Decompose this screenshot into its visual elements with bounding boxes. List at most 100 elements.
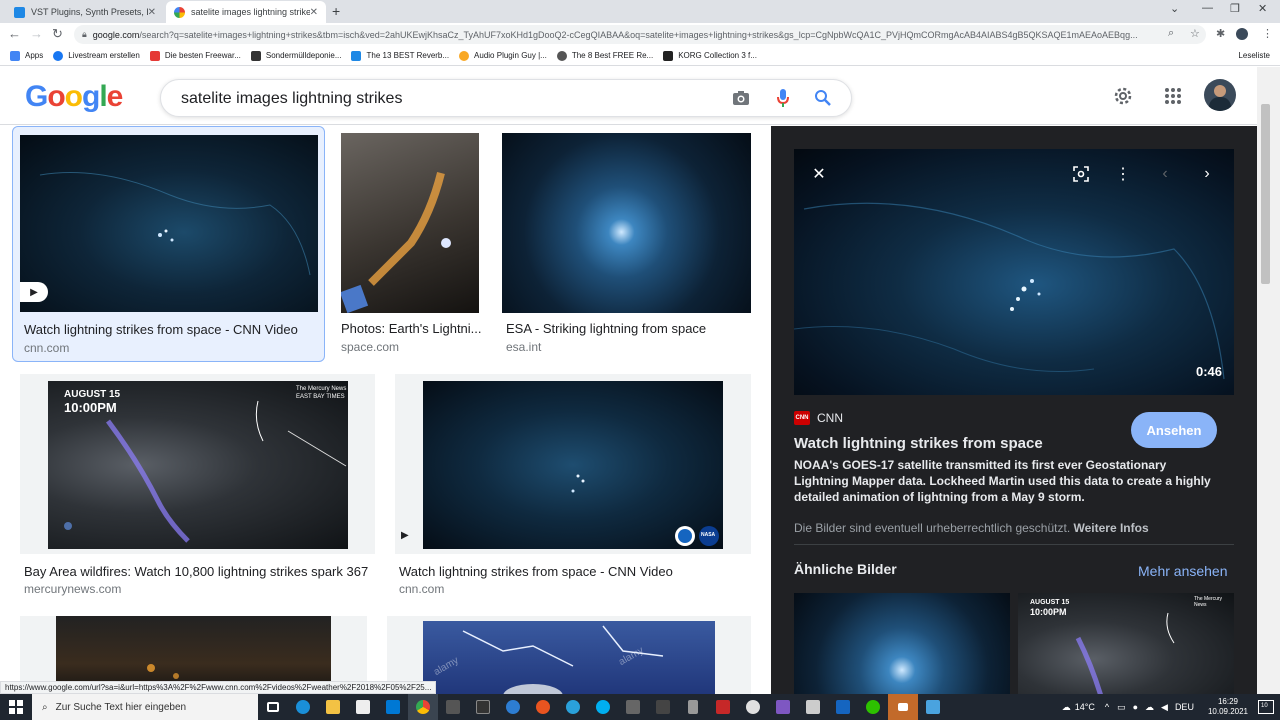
browser-tab-vst[interactable]: VST Plugins, Synth Presets, Effect ✕ [6, 1, 164, 23]
result-thumbnail[interactable]: NASA [423, 381, 723, 549]
result-thumbnail[interactable]: alamy alamy [423, 621, 715, 694]
bookmark-apps[interactable]: Apps [10, 50, 43, 61]
scrollbar-thumb[interactable] [1261, 104, 1270, 284]
google-logo[interactable]: Google [25, 80, 123, 114]
result-thumbnail[interactable] [341, 133, 479, 313]
menu-kebab-icon[interactable]: ⋮ [1262, 27, 1273, 40]
page-scrollbar[interactable] [1257, 67, 1280, 694]
bookmark-freeware[interactable]: Die besten Freewar... [149, 50, 241, 61]
app-icon[interactable] [468, 694, 498, 720]
settings-gear-icon[interactable] [1110, 83, 1136, 109]
close-tab-icon[interactable]: ✕ [310, 7, 318, 18]
result-source[interactable]: cnn.com [24, 341, 69, 355]
image-result-card[interactable]: ▶ Watch lightning strikes from space - C… [12, 126, 325, 362]
app-icon[interactable] [828, 694, 858, 720]
image-result-card[interactable]: AUGUST 15 10:00PM The Mercury News EAST … [20, 374, 375, 604]
more-options-icon[interactable]: ⋮ [1107, 158, 1139, 190]
app-icon[interactable] [648, 694, 678, 720]
lens-search-icon[interactable] [1065, 158, 1097, 190]
app-icon[interactable] [708, 694, 738, 720]
search-icon[interactable] [811, 86, 835, 110]
microphone-icon[interactable]: ● [1133, 702, 1138, 712]
mail-icon[interactable] [378, 694, 408, 720]
taskbar-search-input[interactable]: Zur Suche Text hier eingeben [56, 702, 186, 713]
view-button[interactable]: Ansehen [1131, 412, 1217, 448]
result-title[interactable]: Bay Area wildfires: Watch 10,800 lightni… [24, 564, 369, 579]
apps-grid-icon[interactable] [1160, 83, 1186, 109]
app-icon[interactable] [918, 694, 948, 720]
search-input[interactable]: satelite images lightning strikes [181, 90, 402, 108]
camera-icon[interactable] [729, 86, 753, 110]
bookmark-audio-plugin-guy[interactable]: Audio Plugin Guy |... [459, 50, 547, 61]
windows-start-icon[interactable] [0, 694, 32, 720]
profile-avatar-icon[interactable] [1236, 28, 1248, 40]
bookmark-star-icon[interactable]: ☆ [1190, 27, 1200, 40]
result-source[interactable]: cnn.com [399, 582, 444, 596]
previous-icon[interactable]: ‹ [1149, 158, 1181, 190]
preview-image[interactable]: ✕ ⋮ ‹ › 0:46 [794, 149, 1234, 395]
edge-icon[interactable] [288, 694, 318, 720]
app-icon[interactable] [498, 694, 528, 720]
ubuntu-icon[interactable] [528, 694, 558, 720]
preview-source[interactable]: CNN CNN [794, 411, 843, 425]
see-more-link[interactable]: Mehr ansehen [1138, 563, 1228, 579]
cloud-icon[interactable]: ☁ [1145, 702, 1154, 713]
next-icon[interactable]: › [1191, 158, 1223, 190]
weather-icon[interactable]: ☁ [1062, 702, 1071, 713]
app-icon[interactable] [618, 694, 648, 720]
close-icon[interactable]: ✕ [803, 158, 835, 190]
result-title[interactable]: Watch lightning strikes from space - CNN… [399, 564, 744, 579]
result-title[interactable]: ESA - Striking lightning from space [506, 321, 752, 336]
image-result-card[interactable]: ESA - Striking lightning from space esa.… [495, 126, 757, 362]
reading-list[interactable]: Leseliste [1238, 51, 1270, 60]
extensions-icon[interactable]: ✱ [1216, 27, 1225, 40]
app-icon[interactable] [438, 694, 468, 720]
chrome-icon[interactable] [408, 694, 438, 720]
bookmark-free-re[interactable]: The 8 Best FREE Re... [556, 50, 653, 61]
bookmark-korg[interactable]: KORG Collection 3 f... [663, 50, 757, 61]
image-result-card[interactable]: Photos: Earth's Lightni... space.com [333, 126, 488, 362]
close-window-icon[interactable]: ✕ [1258, 2, 1267, 15]
app-icon[interactable] [768, 694, 798, 720]
back-icon[interactable]: ← [8, 26, 21, 41]
similar-image-thumbnail[interactable]: AUGUST 15 10:00PM The Mercury News [1018, 593, 1234, 694]
network-icon[interactable]: ▭ [1117, 702, 1126, 713]
new-tab-button[interactable]: + [332, 3, 340, 19]
image-result-card[interactable]: alamy alamy [387, 616, 751, 694]
file-explorer-icon[interactable] [318, 694, 348, 720]
result-source[interactable]: esa.int [506, 340, 541, 354]
telegram-icon[interactable] [558, 694, 588, 720]
result-thumbnail[interactable]: AUGUST 15 10:00PM The Mercury News EAST … [48, 381, 348, 549]
similar-image-thumbnail[interactable] [794, 593, 1010, 694]
notification-icon[interactable]: 10 [1258, 700, 1274, 714]
result-thumbnail[interactable] [502, 133, 751, 313]
weather-temperature[interactable]: 14°C [1075, 702, 1095, 712]
result-source[interactable]: mercurynews.com [24, 582, 121, 596]
preview-title[interactable]: Watch lightning strikes from space [794, 435, 1043, 452]
app-icon[interactable] [738, 694, 768, 720]
zoom-icon[interactable]: ⌕ [1168, 27, 1174, 40]
app-icon[interactable] [678, 694, 708, 720]
image-result-card[interactable]: NASA ▶ Watch lightning strikes from spac… [395, 374, 751, 604]
close-tab-icon[interactable]: ✕ [148, 7, 156, 18]
forward-icon[interactable]: → [30, 26, 43, 41]
address-bar[interactable]: 🔒︎ google.com/search?q=satelite+images+l… [74, 25, 1206, 44]
microphone-icon[interactable] [771, 86, 795, 110]
more-info-link[interactable]: Weitere Infos [1074, 521, 1149, 535]
skype-icon[interactable] [588, 694, 618, 720]
tray-chevron-icon[interactable]: ^ [1105, 702, 1109, 712]
taskbar-search[interactable]: ⌕ Zur Suche Text hier eingeben [32, 694, 258, 720]
restore-icon[interactable]: ❐ [1230, 2, 1240, 15]
store-icon[interactable] [348, 694, 378, 720]
result-thumbnail[interactable]: ▶ [20, 135, 318, 312]
bookmark-sondermuell[interactable]: Sondermülldeponie... [250, 50, 341, 61]
bookmark-reverb[interactable]: The 13 BEST Reverb... [351, 50, 449, 61]
volume-icon[interactable]: ◀ [1161, 702, 1168, 713]
browser-tab-active[interactable]: satelite images lightning strikes ✕ [166, 1, 326, 23]
minimize-icon[interactable]: — [1202, 2, 1213, 14]
app-icon[interactable] [888, 694, 918, 720]
clock[interactable]: 16:29 10.09.2021 [1208, 697, 1248, 717]
app-icon[interactable] [798, 694, 828, 720]
result-title[interactable]: Watch lightning strikes from space - CNN… [24, 322, 318, 337]
language-indicator[interactable]: DEU [1175, 702, 1194, 712]
